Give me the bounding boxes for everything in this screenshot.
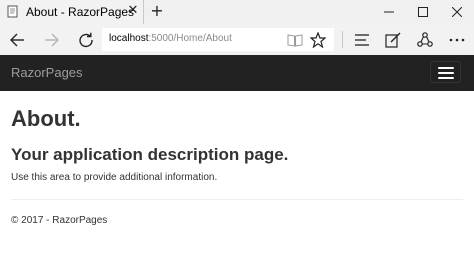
new-tab-button[interactable]: + bbox=[148, 2, 166, 22]
page-subtitle: Your application description page. bbox=[11, 145, 289, 164]
browser-toolbar: localhost:5000/Home/About bbox=[0, 24, 474, 55]
book-icon bbox=[287, 34, 303, 47]
footer-text: © 2017 - RazorPages bbox=[11, 215, 108, 226]
hamburger-icon bbox=[438, 67, 454, 69]
reading-view-button[interactable] bbox=[285, 30, 305, 50]
url-host: localhost bbox=[109, 33, 149, 44]
divider bbox=[11, 199, 463, 200]
hamburger-icon-bar bbox=[438, 72, 454, 74]
page-title: About. bbox=[11, 106, 81, 131]
hamburger-icon-bar bbox=[438, 77, 454, 79]
forward-arrow-icon bbox=[45, 33, 59, 47]
web-note-button[interactable] bbox=[383, 30, 403, 50]
url-text: localhost:5000/Home/About bbox=[109, 33, 232, 44]
star-icon bbox=[310, 32, 326, 48]
page-icon bbox=[7, 5, 18, 18]
more-button[interactable] bbox=[447, 30, 467, 50]
page-description: Use this area to provide additional info… bbox=[11, 172, 218, 183]
maximize-button[interactable] bbox=[406, 0, 440, 24]
refresh-icon bbox=[79, 32, 93, 48]
share-button[interactable] bbox=[415, 30, 435, 50]
back-arrow-icon bbox=[10, 33, 24, 47]
app-navbar: RazorPages bbox=[0, 55, 474, 91]
share-icon bbox=[417, 32, 433, 47]
pen-note-icon bbox=[385, 32, 401, 48]
brand-link[interactable]: RazorPages bbox=[11, 65, 83, 80]
close-icon bbox=[452, 7, 462, 17]
minimize-icon bbox=[384, 11, 394, 13]
browser-tab[interactable]: About - RazorPages ✕ bbox=[0, 0, 144, 24]
hub-button[interactable] bbox=[352, 30, 372, 50]
back-button[interactable] bbox=[7, 30, 27, 50]
forward-button[interactable] bbox=[42, 30, 62, 50]
maximize-icon bbox=[418, 7, 428, 17]
url-path: :5000/Home/About bbox=[148, 33, 232, 44]
close-tab-icon[interactable]: ✕ bbox=[126, 3, 140, 19]
more-icon bbox=[449, 38, 465, 42]
close-window-button[interactable] bbox=[440, 0, 474, 24]
browser-tab-strip: About - RazorPages ✕ + bbox=[0, 0, 474, 24]
refresh-button[interactable] bbox=[76, 30, 96, 50]
minimize-button[interactable] bbox=[372, 0, 406, 24]
toolbar-divider bbox=[342, 31, 343, 48]
hub-icon bbox=[355, 34, 369, 46]
tab-title: About - RazorPages bbox=[26, 5, 135, 19]
navbar-toggle-button[interactable] bbox=[430, 61, 461, 83]
favorite-button[interactable] bbox=[308, 30, 328, 50]
